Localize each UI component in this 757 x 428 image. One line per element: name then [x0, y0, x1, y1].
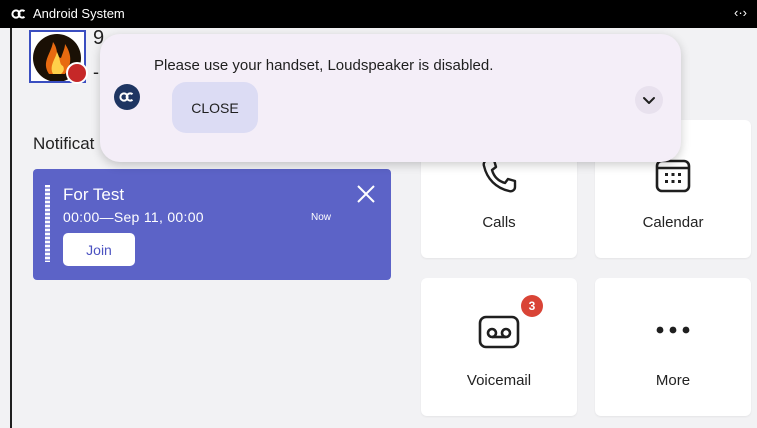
expand-arrows-icon: ‹·› [734, 5, 747, 20]
app-logo-icon [114, 84, 140, 110]
meeting-status: Now [311, 212, 332, 223]
expand-button[interactable] [635, 86, 663, 114]
more-tile[interactable]: More [595, 278, 751, 416]
close-icon[interactable] [355, 183, 377, 205]
meeting-stripe [45, 185, 50, 262]
alert-message: Please use your handset, Loudspeaker is … [154, 57, 494, 74]
more-dots-icon [656, 326, 690, 334]
meeting-title: For Test [63, 185, 125, 204]
screen-edge [10, 28, 12, 428]
meeting-notification-card[interactable]: For Test 00:00—Sep 11, 00:00 Now Join [33, 169, 391, 280]
close-button[interactable]: CLOSE [172, 82, 258, 133]
join-button[interactable]: Join [63, 233, 135, 266]
system-alert-dialog: Please use your handset, Loudspeaker is … [100, 34, 681, 162]
app-logo-icon [11, 9, 26, 19]
voicemail-icon [478, 315, 520, 349]
chevron-down-icon [643, 97, 655, 104]
voicemail-tile[interactable]: 3 Voicemail [421, 278, 577, 416]
calls-label: Calls [482, 214, 516, 231]
logo-glyph-icon [119, 92, 134, 102]
calendar-label: Calendar [642, 214, 704, 231]
status-app-name: Android System [33, 6, 125, 21]
more-label: More [655, 372, 691, 389]
notifications-heading: Notificat [33, 134, 95, 153]
presence-status-dot [66, 62, 88, 84]
user-status: - [93, 62, 99, 82]
voicemail-label: Voicemail [466, 372, 532, 389]
voicemail-count-badge: 3 [521, 295, 543, 317]
status-bar: Android System ‹·› [0, 0, 757, 28]
meeting-time: 00:00—Sep 11, 00:00 [63, 209, 204, 225]
